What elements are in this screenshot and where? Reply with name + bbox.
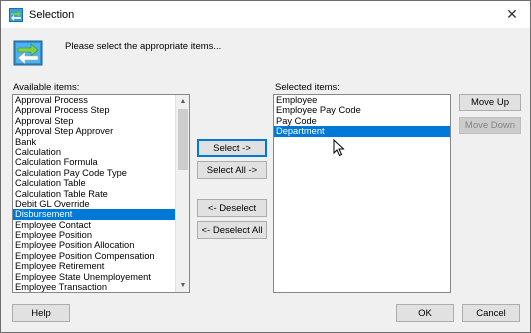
list-item[interactable]: Approval Step Approver xyxy=(13,126,189,136)
selected-items-list[interactable]: Employee Employee Pay Code Pay Code Departm… xyxy=(273,94,451,293)
close-button[interactable]: ✕ xyxy=(494,1,530,28)
list-item[interactable]: Employee Contact xyxy=(13,220,189,230)
list-item[interactable]: Department xyxy=(274,126,450,137)
selected-items-label: Selected items: xyxy=(275,82,340,93)
list-item[interactable]: Disbursement xyxy=(13,209,189,220)
mouse-pointer-icon xyxy=(333,139,345,157)
scroll-up-icon[interactable]: ▲ xyxy=(176,95,189,108)
list-item[interactable]: Employee State Unemployement xyxy=(13,272,189,282)
swap-arrows-icon xyxy=(13,40,43,66)
list-item[interactable]: Employee Position xyxy=(13,230,189,240)
list-item[interactable]: Approval Process xyxy=(13,95,189,105)
selected-items-entries: Employee Employee Pay Code Pay Code Departm… xyxy=(274,95,450,137)
move-up-button[interactable]: Move Up xyxy=(459,94,521,111)
list-item[interactable]: Calculation Formula xyxy=(13,157,189,167)
list-item[interactable]: Calculation Table xyxy=(13,178,189,188)
deselect-all-button[interactable]: <- Deselect All xyxy=(197,221,267,239)
list-item[interactable]: Employee Retirement xyxy=(13,261,189,271)
close-icon: ✕ xyxy=(506,6,518,22)
help-button[interactable]: Help xyxy=(12,304,70,322)
list-item[interactable]: Employee Position Compensation xyxy=(13,251,189,261)
list-item[interactable]: Pay Code xyxy=(274,116,450,126)
list-item[interactable]: Employee xyxy=(274,95,450,105)
move-down-button[interactable]: Move Down xyxy=(459,117,521,134)
list-item[interactable]: Calculation xyxy=(13,147,189,157)
available-items-list[interactable]: Approval Process Approval Process Step App… xyxy=(12,94,190,293)
swap-arrows-icon xyxy=(9,8,23,22)
window-title: Selection xyxy=(29,9,75,21)
select-all-button[interactable]: Select All -> xyxy=(197,161,267,179)
ok-button[interactable]: OK xyxy=(396,304,454,322)
available-items-label: Available items: xyxy=(13,82,80,93)
list-item[interactable]: Employee Pay Code xyxy=(274,105,450,115)
selection-dialog: Selection ✕ Please select the appropriat… xyxy=(0,0,531,333)
list-item[interactable]: Approval Step xyxy=(13,116,189,126)
cancel-button[interactable]: Cancel xyxy=(462,304,520,322)
vertical-scrollbar[interactable]: ▲ ▼ xyxy=(175,95,189,292)
deselect-button[interactable]: <- Deselect xyxy=(197,199,267,217)
list-item[interactable]: Bank xyxy=(13,137,189,147)
scroll-thumb[interactable] xyxy=(178,109,188,170)
list-item[interactable]: Calculation Pay Code Type xyxy=(13,168,189,178)
list-item[interactable]: Debit GL Override xyxy=(13,199,189,209)
title-bar: Selection ✕ xyxy=(1,1,530,28)
list-item[interactable]: Employee Transaction xyxy=(13,282,189,292)
available-items-entries: Approval Process Approval Process Step App… xyxy=(13,95,189,292)
list-item[interactable]: Calculation Table Rate xyxy=(13,189,189,199)
list-item[interactable]: Approval Process Step xyxy=(13,105,189,115)
prompt-text: Please select the appropriate items... xyxy=(65,41,222,52)
list-item[interactable]: Employee Position Allocation xyxy=(13,240,189,250)
select-button[interactable]: Select -> xyxy=(197,139,267,157)
scroll-down-icon[interactable]: ▼ xyxy=(176,279,189,292)
